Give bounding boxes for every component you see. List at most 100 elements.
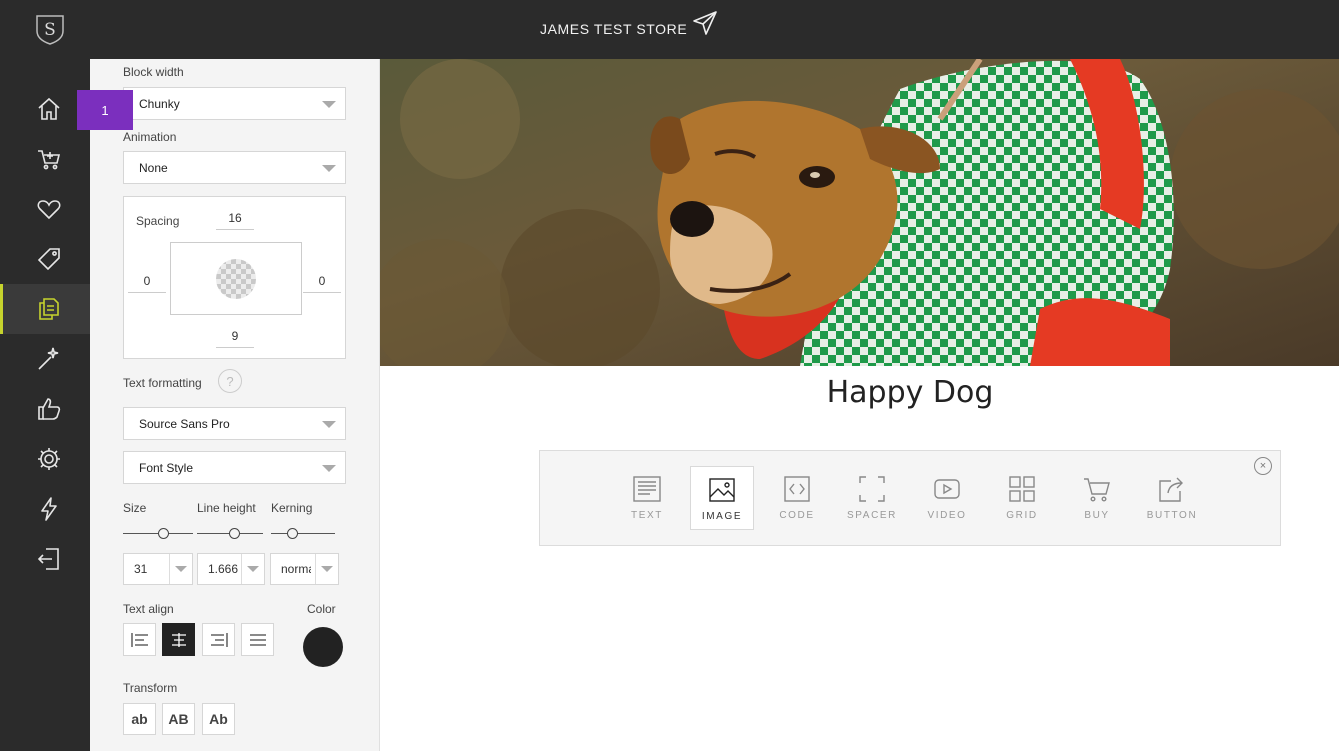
spacing-editor: Spacing 16 0 0 9	[123, 196, 346, 359]
nav-pages[interactable]	[0, 284, 90, 334]
size-slider-handle[interactable]	[158, 528, 169, 539]
text-block-icon	[633, 476, 661, 502]
size-input[interactable]: 31	[123, 553, 193, 585]
code-block-icon	[784, 476, 810, 502]
kerning-slider-handle[interactable]	[287, 528, 298, 539]
nav-logout[interactable]	[0, 534, 90, 584]
nav-discounts[interactable]	[0, 234, 90, 284]
add-block-picker: TEXT IMAGE CODE SPACER VIDEO GRID BUY BU…	[539, 450, 1281, 546]
spacer-block-icon	[859, 476, 885, 502]
chevron-down-icon	[322, 421, 336, 428]
align-right-icon	[210, 632, 228, 647]
chevron-down-icon	[322, 101, 336, 108]
kerning-slider[interactable]	[271, 527, 335, 541]
logout-icon	[37, 548, 59, 570]
heart-icon	[37, 200, 61, 220]
send-icon[interactable]	[692, 10, 718, 36]
font-style-select[interactable]: Font Style	[123, 451, 346, 484]
close-icon[interactable]: ×	[1254, 457, 1272, 475]
nav-marketing[interactable]	[0, 384, 90, 434]
spacing-label: Spacing	[136, 214, 180, 228]
pages-icon	[39, 298, 59, 320]
chevron-down-icon	[322, 465, 336, 472]
nav-design[interactable]	[0, 334, 90, 384]
line-height-input[interactable]: 1.666	[197, 553, 265, 585]
block-width-label: Block width	[123, 65, 184, 79]
size-slider[interactable]	[123, 527, 193, 541]
gear-icon	[38, 448, 60, 470]
transform-capitalize-button[interactable]: Ab	[202, 703, 235, 735]
image-block-icon	[709, 478, 735, 502]
add-video-block-button[interactable]: VIDEO	[915, 466, 979, 530]
tag-icon	[37, 248, 60, 271]
spacing-bottom-input[interactable]: 9	[216, 329, 254, 348]
align-justify-button[interactable]	[241, 623, 274, 656]
text-formatting-label: Text formatting	[123, 376, 202, 390]
font-family-value: Source Sans Pro	[139, 416, 230, 431]
video-block-icon	[934, 479, 960, 499]
nav-apps[interactable]	[0, 484, 90, 534]
add-code-block-button[interactable]: CODE	[765, 466, 829, 530]
magic-wand-icon	[38, 347, 59, 370]
add-spacer-block-button[interactable]: SPACER	[840, 466, 904, 530]
align-right-button[interactable]	[202, 623, 235, 656]
line-height-label: Line height	[197, 501, 256, 515]
spacing-top-input[interactable]: 16	[216, 211, 254, 230]
thumbs-up-icon	[38, 398, 61, 420]
font-style-value: Font Style	[139, 460, 194, 475]
animation-select[interactable]: None	[123, 151, 346, 184]
line-height-slider-handle[interactable]	[229, 528, 240, 539]
align-left-button[interactable]	[123, 623, 156, 656]
font-family-select[interactable]: Source Sans Pro	[123, 407, 346, 440]
store-title[interactable]: JAMES TEST STORE	[540, 21, 687, 37]
spacing-preview-box	[170, 242, 302, 315]
lightning-icon	[41, 497, 57, 521]
nav-cart[interactable]	[0, 134, 90, 184]
help-icon[interactable]: ?	[218, 369, 242, 393]
align-left-icon	[130, 632, 148, 647]
kerning-value: normal	[281, 562, 311, 576]
line-height-value: 1.666	[208, 562, 238, 576]
text-align-label: Text align	[123, 602, 174, 616]
size-value: 31	[134, 562, 148, 576]
button-block-icon	[1159, 477, 1183, 502]
align-center-icon	[171, 632, 186, 647]
nav-settings[interactable]	[0, 434, 90, 484]
spacing-left-input[interactable]: 0	[128, 274, 166, 293]
block-settings-panel: Block width Chunky Animation None Spacin…	[90, 59, 380, 751]
transform-lowercase-button[interactable]: ab	[123, 703, 156, 735]
line-height-slider[interactable]	[197, 527, 263, 541]
cart-icon	[38, 150, 61, 170]
chevron-down-icon	[322, 165, 336, 172]
animation-value: None	[139, 160, 168, 175]
chevron-down-icon[interactable]	[175, 566, 187, 572]
block-width-select[interactable]: Chunky	[123, 87, 346, 120]
svg-text:S: S	[44, 20, 56, 40]
hero-image[interactable]	[380, 59, 1339, 366]
buy-block-icon	[1084, 478, 1110, 502]
chevron-down-icon[interactable]	[247, 566, 259, 572]
add-text-block-button[interactable]: TEXT	[615, 466, 679, 530]
block-width-value: Chunky	[139, 96, 180, 111]
add-image-block-button[interactable]: IMAGE	[690, 466, 754, 530]
transform-label: Transform	[123, 681, 178, 695]
transform-uppercase-button[interactable]: AB	[162, 703, 195, 735]
add-button-block-button[interactable]: BUTTON	[1140, 466, 1204, 530]
spacing-right-input[interactable]: 0	[303, 274, 341, 293]
kerning-input[interactable]: normal	[270, 553, 339, 585]
size-label: Size	[123, 501, 147, 515]
add-buy-block-button[interactable]: BUY	[1065, 466, 1129, 530]
step-badge: 1	[77, 90, 133, 130]
grid-block-icon	[1009, 476, 1035, 502]
home-icon	[38, 97, 60, 120]
store-logo-icon[interactable]: S	[34, 13, 66, 45]
align-justify-icon	[249, 633, 266, 646]
chevron-down-icon[interactable]	[321, 566, 333, 572]
text-color-swatch[interactable]	[303, 627, 343, 667]
align-center-button[interactable]	[162, 623, 195, 656]
animation-label: Animation	[123, 130, 177, 144]
top-bar: S JAMES TEST STORE	[0, 0, 1339, 59]
add-grid-block-button[interactable]: GRID	[990, 466, 1054, 530]
nav-favorites[interactable]	[0, 184, 90, 234]
page-heading[interactable]: Happy Dog	[380, 375, 1339, 410]
